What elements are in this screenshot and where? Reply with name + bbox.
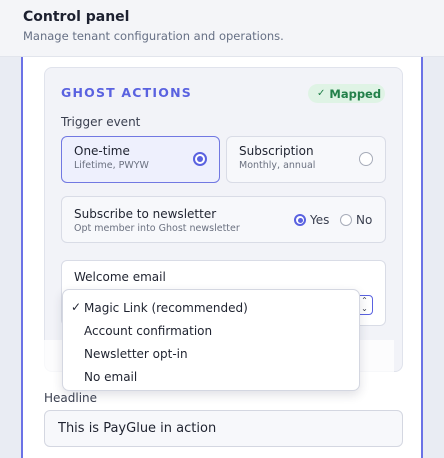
page-title: Control panel (23, 9, 130, 25)
status-badge-label: Mapped (329, 86, 382, 101)
trigger-option-one-time[interactable]: One-time Lifetime, PWYW (61, 136, 220, 183)
ghost-actions-title: GHOST ACTIONS (61, 85, 192, 100)
page-subtitle: Manage tenant configuration and operatio… (23, 29, 284, 43)
welcome-email-label: Welcome email (74, 270, 166, 284)
page-header: Control panel Manage tenant configuratio… (0, 0, 444, 57)
welcome-email-dropdown[interactable]: ✓ Magic Link (recommended) Account confi… (62, 289, 360, 391)
trigger-event-label: Trigger event (61, 115, 141, 129)
checkmark-icon: ✓ (71, 300, 82, 314)
radio-unselected-icon[interactable] (340, 214, 352, 226)
dropdown-option[interactable]: ✓ Magic Link (recommended) (63, 296, 359, 319)
dropdown-option[interactable]: Account confirmation (63, 319, 359, 342)
status-badge: ✓ Mapped (308, 84, 385, 103)
newsletter-no-label: No (356, 213, 373, 227)
newsletter-title: Subscribe to newsletter (74, 207, 217, 221)
trigger-option-subscription[interactable]: Subscription Monthly, annual (226, 136, 386, 183)
check-icon: ✓ (317, 88, 326, 99)
headline-input[interactable] (44, 410, 403, 447)
radio-selected-icon[interactable] (294, 214, 306, 226)
newsletter-yes-label: Yes (310, 213, 330, 227)
radio-selected-icon[interactable] (193, 152, 207, 166)
dropdown-option-label: Account confirmation (84, 323, 213, 338)
dropdown-option-label: Newsletter opt-in (84, 346, 188, 361)
newsletter-toggle-card: Subscribe to newsletter Opt member into … (61, 196, 386, 243)
dropdown-option-label: No email (84, 369, 138, 384)
dropdown-option[interactable]: Newsletter opt-in (63, 342, 359, 365)
newsletter-no-option[interactable]: No (340, 213, 372, 227)
radio-unselected-icon[interactable] (359, 152, 373, 166)
newsletter-subtitle: Opt member into Ghost newsletter (74, 223, 240, 234)
dropdown-option-label: Magic Link (recommended) (84, 300, 248, 315)
dropdown-option[interactable]: No email (63, 365, 359, 388)
headline-label: Headline (44, 391, 98, 405)
newsletter-yes-option[interactable]: Yes (294, 213, 329, 227)
